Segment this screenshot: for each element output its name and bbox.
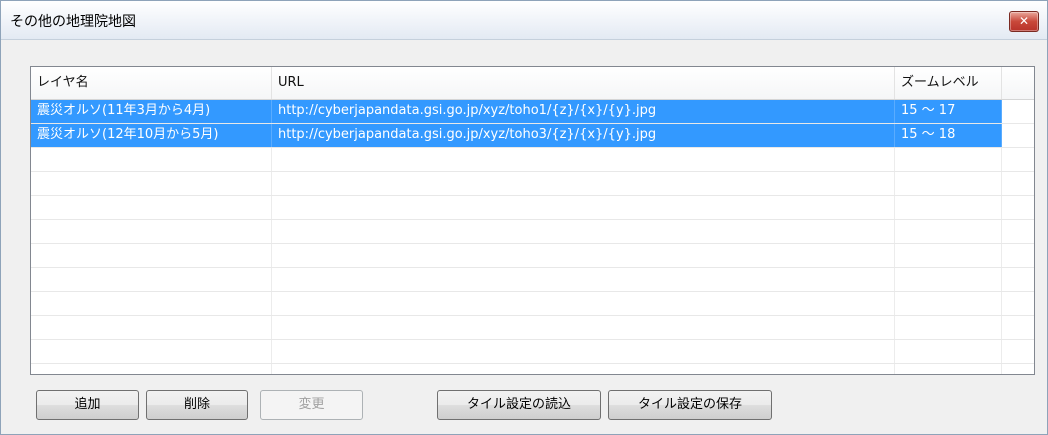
column-header-zoom-level[interactable]: ズームレベル — [895, 67, 1002, 99]
empty-row — [31, 340, 1034, 364]
title-bar[interactable]: その他の地理院地図 ✕ — [1, 1, 1047, 40]
empty-row — [31, 172, 1034, 196]
table-row[interactable]: 震災オルソ(12年10月から5月) http://cyberjapandata.… — [31, 124, 1034, 148]
dialog-window: その他の地理院地図 ✕ レイヤ名 URL ズームレベル 震災オルソ(11年3月か… — [0, 0, 1048, 435]
column-header-filler — [1002, 67, 1034, 99]
table-row[interactable]: 震災オルソ(11年3月から4月) http://cyberjapandata.g… — [31, 100, 1034, 124]
empty-row — [31, 196, 1034, 220]
column-header-url[interactable]: URL — [272, 67, 895, 99]
empty-row — [31, 148, 1034, 172]
empty-row — [31, 316, 1034, 340]
cell-layer-name: 震災オルソ(11年3月から4月) — [31, 100, 272, 123]
cell-filler — [1002, 124, 1034, 147]
add-button[interactable]: 追加 — [36, 390, 139, 420]
change-button[interactable]: 変更 — [260, 390, 363, 420]
empty-row — [31, 364, 1034, 374]
list-header: レイヤ名 URL ズームレベル — [31, 67, 1034, 100]
empty-row — [31, 268, 1034, 292]
dialog-client-area: レイヤ名 URL ズームレベル 震災オルソ(11年3月から4月) http://… — [1, 40, 1047, 434]
load-tile-settings-button[interactable]: タイル設定の読込 — [437, 390, 601, 420]
close-button[interactable]: ✕ — [1009, 11, 1039, 32]
window-title: その他の地理院地図 — [10, 14, 136, 30]
empty-row — [31, 220, 1034, 244]
empty-row — [31, 292, 1034, 316]
cell-layer-name: 震災オルソ(12年10月から5月) — [31, 124, 272, 147]
cell-filler — [1002, 100, 1034, 123]
delete-button[interactable]: 削除 — [146, 390, 248, 420]
empty-row — [31, 244, 1034, 268]
button-bar: 追加 削除 変更 タイル設定の読込 タイル設定の保存 — [1, 390, 1047, 422]
save-tile-settings-button[interactable]: タイル設定の保存 — [608, 390, 772, 420]
cell-url: http://cyberjapandata.gsi.go.jp/xyz/toho… — [272, 124, 895, 147]
layer-list[interactable]: レイヤ名 URL ズームレベル 震災オルソ(11年3月から4月) http://… — [30, 66, 1035, 375]
list-rows: 震災オルソ(11年3月から4月) http://cyberjapandata.g… — [31, 100, 1034, 374]
cell-zoom-level: 15 〜 17 — [895, 100, 1002, 123]
cell-zoom-level: 15 〜 18 — [895, 124, 1002, 147]
column-header-layer-name[interactable]: レイヤ名 — [31, 67, 272, 99]
cell-url: http://cyberjapandata.gsi.go.jp/xyz/toho… — [272, 100, 895, 123]
close-icon: ✕ — [1018, 14, 1030, 28]
